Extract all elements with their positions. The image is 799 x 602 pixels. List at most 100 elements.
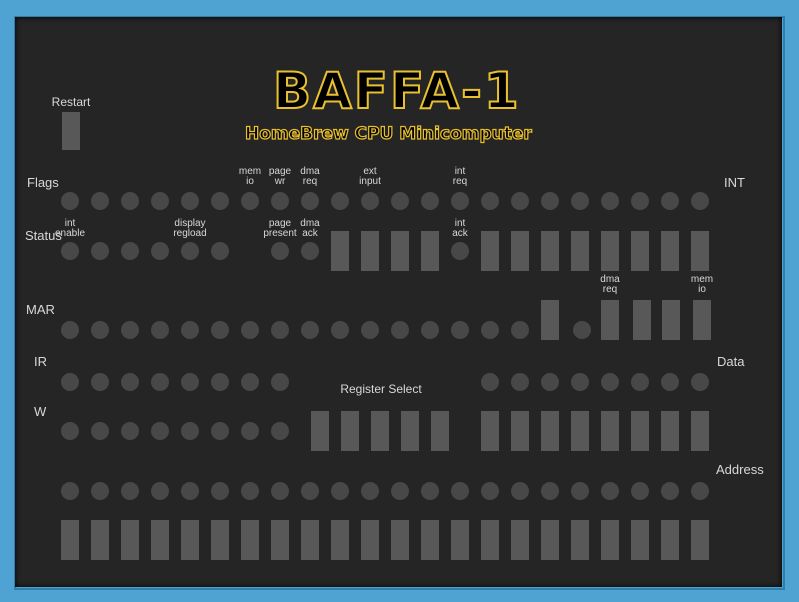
status-led[interactable] (301, 242, 319, 260)
status-bar[interactable] (391, 231, 409, 271)
flag-led[interactable] (421, 192, 439, 210)
mar-led[interactable] (121, 321, 139, 339)
data-led[interactable] (571, 373, 589, 391)
flag-led[interactable] (181, 192, 199, 210)
w-led[interactable] (241, 422, 259, 440)
mar-led[interactable] (361, 321, 379, 339)
data-led[interactable] (631, 373, 649, 391)
status-bar[interactable] (631, 231, 649, 271)
ir-led[interactable] (91, 373, 109, 391)
flag-led[interactable] (481, 192, 499, 210)
status-bar[interactable] (691, 231, 709, 271)
address-switch[interactable] (451, 520, 469, 560)
mar-led[interactable] (301, 321, 319, 339)
flag-led[interactable] (601, 192, 619, 210)
reset-button[interactable] (541, 300, 559, 340)
address-led[interactable] (211, 482, 229, 500)
address-led[interactable] (691, 482, 709, 500)
address-led[interactable] (91, 482, 109, 500)
address-switch[interactable] (301, 520, 319, 560)
mar-led[interactable] (331, 321, 349, 339)
flag-led[interactable] (301, 192, 319, 210)
address-switch[interactable] (181, 520, 199, 560)
mar-led[interactable] (391, 321, 409, 339)
address-switch[interactable] (691, 520, 709, 560)
flag-led[interactable] (631, 192, 649, 210)
mem-io-button[interactable] (693, 300, 711, 340)
address-led[interactable] (361, 482, 379, 500)
address-led[interactable] (511, 482, 529, 500)
flag-led[interactable] (691, 192, 709, 210)
flag-led[interactable] (451, 192, 469, 210)
address-led[interactable] (301, 482, 319, 500)
address-switch[interactable] (61, 520, 79, 560)
address-switch[interactable] (601, 520, 619, 560)
address-led[interactable] (121, 482, 139, 500)
mar-led[interactable] (61, 321, 79, 339)
data-led[interactable] (511, 373, 529, 391)
ir-led[interactable] (211, 373, 229, 391)
restart-button[interactable] (62, 112, 80, 150)
ir-led[interactable] (271, 373, 289, 391)
address-switch[interactable] (211, 520, 229, 560)
address-led[interactable] (421, 482, 439, 500)
address-switch[interactable] (541, 520, 559, 560)
mar-led[interactable] (481, 321, 499, 339)
address-led[interactable] (61, 482, 79, 500)
register-select-switch[interactable] (401, 411, 419, 451)
status-bar[interactable] (511, 231, 529, 271)
status-led[interactable] (61, 242, 79, 260)
w-led[interactable] (181, 422, 199, 440)
flag-led[interactable] (151, 192, 169, 210)
flag-led[interactable] (661, 192, 679, 210)
status-led[interactable] (181, 242, 199, 260)
mar-led[interactable] (151, 321, 169, 339)
w-led[interactable] (61, 422, 79, 440)
data-switch[interactable] (661, 411, 679, 451)
wr-button[interactable] (662, 300, 680, 340)
register-select-switch[interactable] (371, 411, 389, 451)
address-led[interactable] (661, 482, 679, 500)
status-bar[interactable] (661, 231, 679, 271)
status-bar[interactable] (601, 231, 619, 271)
address-switch[interactable] (271, 520, 289, 560)
ir-led[interactable] (181, 373, 199, 391)
flag-led[interactable] (271, 192, 289, 210)
flag-led[interactable] (541, 192, 559, 210)
address-switch[interactable] (631, 520, 649, 560)
dma-req-button[interactable] (601, 300, 619, 340)
address-switch[interactable] (331, 520, 349, 560)
address-switch[interactable] (361, 520, 379, 560)
status-led[interactable] (121, 242, 139, 260)
address-led[interactable] (391, 482, 409, 500)
status-bar[interactable] (571, 231, 589, 271)
flag-led[interactable] (331, 192, 349, 210)
flag-led[interactable] (91, 192, 109, 210)
status-led[interactable] (451, 242, 469, 260)
address-led[interactable] (541, 482, 559, 500)
address-led[interactable] (571, 482, 589, 500)
address-switch[interactable] (391, 520, 409, 560)
flag-led[interactable] (511, 192, 529, 210)
w-led[interactable] (211, 422, 229, 440)
flag-led[interactable] (391, 192, 409, 210)
address-switch[interactable] (421, 520, 439, 560)
data-switch[interactable] (481, 411, 499, 451)
flag-led[interactable] (61, 192, 79, 210)
address-switch[interactable] (241, 520, 259, 560)
status-bar[interactable] (481, 231, 499, 271)
w-led[interactable] (91, 422, 109, 440)
address-switch[interactable] (661, 520, 679, 560)
data-led[interactable] (661, 373, 679, 391)
status-led[interactable] (271, 242, 289, 260)
address-led[interactable] (331, 482, 349, 500)
clk-led[interactable] (573, 321, 591, 339)
register-select-switch[interactable] (431, 411, 449, 451)
ir-led[interactable] (151, 373, 169, 391)
address-switch[interactable] (571, 520, 589, 560)
address-led[interactable] (271, 482, 289, 500)
status-bar[interactable] (331, 231, 349, 271)
address-led[interactable] (631, 482, 649, 500)
mar-led[interactable] (241, 321, 259, 339)
mar-led[interactable] (511, 321, 529, 339)
